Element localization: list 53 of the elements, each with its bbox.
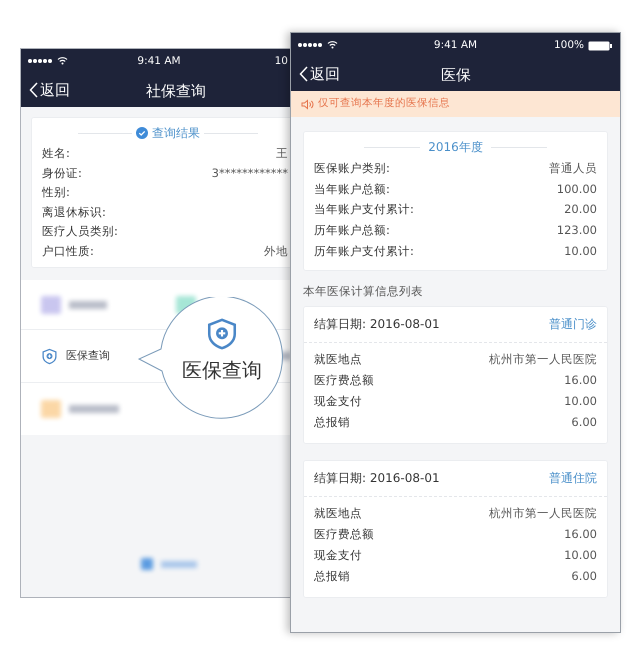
field-value: 123.00 bbox=[556, 222, 597, 240]
battery-percentage: 10 bbox=[274, 54, 288, 69]
field-label: 就医地点 bbox=[314, 504, 362, 522]
field-label: 历年账户支付累计: bbox=[314, 242, 414, 260]
screen-title: 医保 bbox=[441, 65, 471, 86]
field-value: 杭州市第一人民医院 bbox=[489, 504, 597, 522]
visit-type: 普通门诊 bbox=[549, 316, 597, 333]
battery-percentage: 100% bbox=[554, 38, 584, 53]
field-value: 6.00 bbox=[571, 568, 597, 585]
field-label: 性别: bbox=[42, 184, 70, 201]
field-label: 医疗费总额 bbox=[314, 372, 374, 389]
field-value: 10.00 bbox=[564, 242, 597, 260]
field-label: 总报销 bbox=[314, 414, 350, 431]
field-label: 就医地点 bbox=[314, 350, 362, 368]
status-time: 9:41 AM bbox=[434, 39, 478, 51]
field-label: 医疗费总额 bbox=[314, 526, 374, 543]
field-label: 医疗人员类别: bbox=[42, 223, 118, 240]
result-heading: 查询结果 bbox=[152, 125, 200, 142]
field-value: 3************ bbox=[212, 164, 288, 182]
settlement-date: 结算日期: 2016-08-01 bbox=[314, 316, 440, 333]
field-label: 当年账户支付累计: bbox=[314, 201, 414, 218]
field-value: 杭州市第一人民医院 bbox=[489, 350, 597, 368]
field-value: 普通人员 bbox=[549, 160, 597, 177]
field-value: 16.00 bbox=[564, 526, 597, 543]
field-label: 总报销 bbox=[314, 568, 350, 585]
field-value: 10.00 bbox=[564, 392, 597, 410]
back-button[interactable]: 返回 bbox=[299, 62, 340, 86]
field-label: 医保账户类别: bbox=[314, 160, 390, 177]
notice-text: 仅可查询本年度的医保信息 bbox=[318, 96, 450, 112]
field-value: 王 bbox=[276, 145, 288, 162]
field-label: 当年账户总额: bbox=[314, 180, 390, 198]
field-value: 100.00 bbox=[556, 180, 597, 198]
medical-query-item[interactable]: 医保查询 bbox=[41, 348, 110, 364]
field-value: 外地 bbox=[264, 242, 288, 260]
field-value: 20.00 bbox=[564, 201, 597, 218]
field-value: 6.00 bbox=[571, 414, 597, 431]
field-label: 现金支付 bbox=[314, 546, 362, 564]
year-heading: 2016年度 bbox=[428, 139, 483, 156]
callout-label: 医保查询 bbox=[182, 357, 262, 384]
field-label: 户口性质: bbox=[42, 242, 94, 260]
field-value: 16.00 bbox=[564, 372, 597, 389]
field-value: 10.00 bbox=[564, 546, 597, 564]
visit-type: 普通住院 bbox=[549, 470, 597, 487]
section-title: 本年医保计算信息列表 bbox=[303, 282, 424, 300]
field-label: 历年账户总额: bbox=[314, 222, 390, 240]
screen-title: 社保查询 bbox=[146, 81, 206, 102]
status-time: 9:41 AM bbox=[137, 55, 181, 67]
back-button[interactable]: 返回 bbox=[29, 78, 70, 102]
field-label: 离退休标识: bbox=[42, 204, 106, 220]
field-label: 姓名: bbox=[42, 145, 70, 162]
field-label: 现金支付 bbox=[314, 392, 362, 410]
settlement-date: 结算日期: 2016-08-01 bbox=[314, 470, 440, 487]
field-label: 身份证: bbox=[42, 164, 82, 182]
